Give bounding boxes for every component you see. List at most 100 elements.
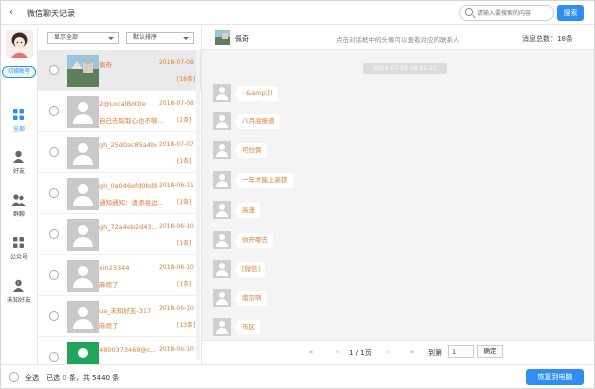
switch-account-button[interactable]: 切换账号 bbox=[2, 66, 36, 78]
contact-name: 2@LocalBottle bbox=[99, 100, 146, 108]
unknown-user-icon: ? bbox=[13, 279, 24, 292]
nav-label: 公众号 bbox=[9, 254, 28, 261]
default-avatar-icon bbox=[67, 301, 99, 333]
message-total: 消息总数：18条 bbox=[522, 35, 573, 43]
nav-item-all[interactable]: 全部 bbox=[1, 106, 37, 136]
show-filter-value: 显示全部 bbox=[54, 34, 79, 41]
contact-name: ua_未知好友-317 bbox=[99, 307, 152, 315]
nav-item-friends[interactable]: 好友 bbox=[1, 148, 37, 178]
pagination-bar: « ‹ 1 / 1页 › » 到第 确定 bbox=[202, 340, 594, 364]
timestamp-badge: 2018-07-03 16:11:21 bbox=[363, 63, 447, 74]
selected-mid: 条，共 bbox=[68, 374, 90, 382]
selection-summary: 已选 0 条，共 5440 条 bbox=[46, 373, 119, 383]
back-arrow-icon[interactable]: ‹ bbox=[9, 7, 19, 19]
contact-date: 2018-06-10 bbox=[159, 346, 194, 353]
contact-name: gh_25d0ac85a4bc bbox=[99, 141, 157, 149]
contact-row[interactable]: gh_72a4eb2d43... 2018-06-10 [1条] bbox=[38, 214, 201, 255]
nav-item-groups[interactable]: 群聊 bbox=[1, 191, 37, 221]
chevron-down-icon bbox=[183, 37, 189, 40]
message-bubble: · &amp;[( bbox=[234, 86, 278, 101]
sender-avatar[interactable] bbox=[213, 260, 231, 278]
contact-date: 2018-06-10 bbox=[159, 264, 194, 271]
message-bubble: 可拉倒 bbox=[234, 143, 267, 158]
default-avatar-icon bbox=[67, 260, 99, 292]
selected-count: 0 bbox=[62, 374, 67, 382]
avatar-illustration bbox=[6, 30, 33, 58]
contact-count: [1条] bbox=[177, 117, 192, 124]
search-icon bbox=[465, 8, 473, 16]
restore-to-computer-button[interactable]: 恢复到电脑 bbox=[526, 369, 584, 385]
first-page-icon[interactable]: « bbox=[309, 348, 313, 356]
contact-list-panel: 显示全部 默认排序 佩奇 2018-07-08 [18条] 2@LocalBot… bbox=[38, 26, 202, 364]
sender-avatar[interactable] bbox=[213, 84, 231, 102]
svg-text:?: ? bbox=[17, 281, 19, 286]
message-bubble: 你开哪去 bbox=[234, 233, 273, 248]
sender-avatar[interactable] bbox=[213, 318, 231, 336]
select-all-label[interactable]: 全选 bbox=[25, 373, 39, 383]
contact-row[interactable]: ua_未知好友-317 2018-06-10 麻烦了 [13条] bbox=[38, 296, 201, 337]
nav-item-official[interactable]: 公众号 bbox=[1, 234, 37, 264]
page-number-input[interactable] bbox=[448, 345, 474, 358]
nav-label: 好友 bbox=[12, 168, 25, 175]
sender-avatar[interactable] bbox=[213, 171, 231, 189]
contact-count: [1条] bbox=[177, 199, 192, 206]
row-radio[interactable] bbox=[49, 229, 59, 239]
sender-avatar[interactable] bbox=[213, 289, 231, 307]
goto-button[interactable]: 确定 bbox=[477, 345, 503, 358]
contact-date: 2018-06-11 bbox=[159, 182, 194, 189]
row-radio[interactable] bbox=[49, 270, 59, 280]
sender-avatar[interactable] bbox=[213, 231, 231, 249]
row-radio[interactable] bbox=[49, 311, 59, 321]
landscape-photo bbox=[67, 55, 99, 87]
message-bubble: 南京啊 bbox=[234, 291, 267, 306]
contact-row[interactable]: gh_25d0ac85a4bc 2018-07-07 [1条] bbox=[38, 132, 201, 173]
contact-date: 2018-07-07 bbox=[159, 141, 194, 148]
contact-snippet: 麻烦了 bbox=[99, 322, 119, 330]
list-scrollbar[interactable] bbox=[196, 50, 200, 360]
contact-date: 2018-06-10 bbox=[159, 305, 194, 312]
message-bubble: 八月底报道 bbox=[234, 114, 280, 129]
search-button[interactable]: 搜索 bbox=[557, 5, 584, 21]
row-radio[interactable] bbox=[49, 147, 59, 157]
row-radio[interactable] bbox=[49, 352, 59, 362]
default-avatar-icon bbox=[67, 96, 99, 128]
sender-avatar[interactable] bbox=[213, 141, 231, 159]
chevron-down-icon bbox=[108, 37, 114, 40]
contact-row[interactable]: 4800373469@c... 2018-06-10 bbox=[38, 337, 201, 364]
contact-row[interactable]: 2@LocalBottle 2018-07-08 自己去取取心也不够... [1… bbox=[38, 91, 201, 132]
contact-count: [13条] bbox=[177, 322, 196, 329]
next-page-icon[interactable]: › bbox=[387, 348, 390, 356]
chat-contact-avatar[interactable] bbox=[215, 30, 230, 45]
prev-page-icon[interactable]: ‹ bbox=[336, 348, 339, 356]
user-avatar[interactable] bbox=[6, 30, 33, 58]
sender-avatar[interactable] bbox=[213, 112, 231, 130]
contact-snippet: 通知通知：请添易边... bbox=[99, 199, 164, 207]
sort-select[interactable]: 默认排序 bbox=[126, 32, 194, 44]
last-page-icon[interactable]: » bbox=[410, 348, 414, 356]
chat-panel: 佩奇 点击对话框中的头像可以查看对应的联系人 消息总数：18条 2018-07-… bbox=[202, 26, 594, 364]
nav-item-unknown[interactable]: ? 未知好友 bbox=[1, 277, 37, 307]
total-count: 5440 bbox=[92, 374, 110, 382]
title-bar: ‹ 微信聊天记录 搜索 bbox=[1, 1, 594, 25]
contact-row[interactable]: xin23344 2018-06-10 麻烦了 [1条] bbox=[38, 255, 201, 296]
row-radio[interactable] bbox=[49, 106, 59, 116]
contact-name: 佩奇 bbox=[99, 61, 112, 69]
default-avatar-icon bbox=[67, 178, 99, 210]
contact-row[interactable]: 佩奇 2018-07-08 [18条] bbox=[38, 50, 201, 91]
message-bubble: 高速 bbox=[234, 203, 260, 218]
row-radio[interactable] bbox=[49, 65, 59, 75]
select-all-radio[interactable] bbox=[9, 372, 19, 382]
selected-prefix: 已选 bbox=[46, 374, 60, 382]
search-input[interactable] bbox=[477, 8, 551, 19]
contact-name: gh_72a4eb2d43... bbox=[99, 223, 157, 231]
green-app-icon bbox=[67, 342, 99, 364]
sender-avatar[interactable] bbox=[213, 201, 231, 219]
contact-row[interactable]: gh_0a046efd0bd8 2018-06-11 通知通知：请添易边... … bbox=[38, 173, 201, 214]
window-title: 微信聊天记录 bbox=[27, 9, 75, 18]
nav-label: 全部 bbox=[12, 126, 25, 133]
search-box[interactable] bbox=[459, 5, 554, 21]
show-filter-select[interactable]: 显示全部 bbox=[47, 32, 119, 44]
default-avatar-icon bbox=[67, 137, 99, 169]
row-radio[interactable] bbox=[49, 188, 59, 198]
default-avatar-icon bbox=[67, 219, 99, 251]
